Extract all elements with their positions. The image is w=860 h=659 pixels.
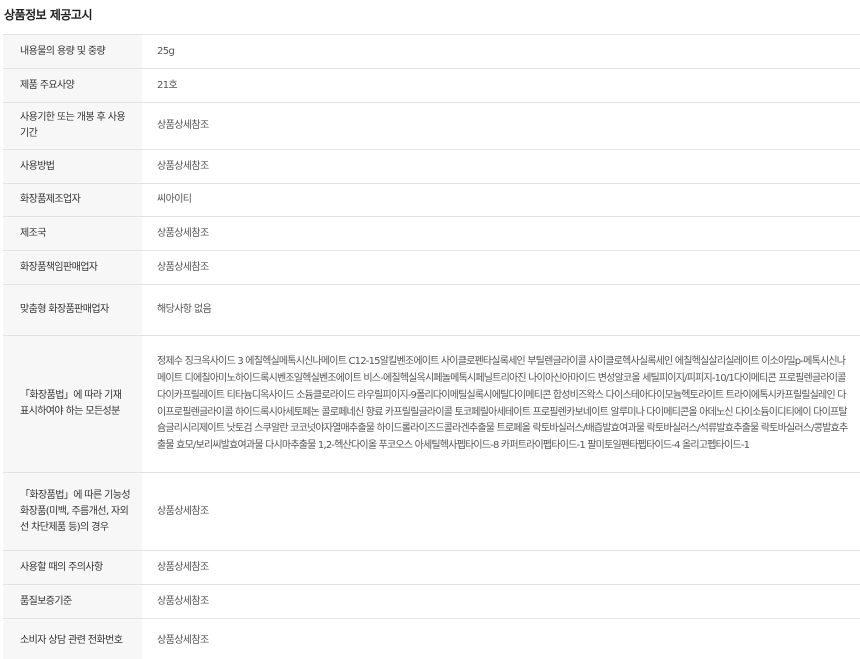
row-value-precautions: 상품상세참조: [142, 550, 860, 585]
table-row: 화장품제조업자 씨아이티: [3, 183, 860, 217]
row-label-responsible-seller: 화장품책임판매업자: [3, 250, 142, 285]
row-value-responsible-seller: 상품상세참조: [142, 250, 860, 285]
row-label-precautions: 사용할 때의 주의사항: [3, 550, 142, 585]
table-row: 「화장품법」에 따른 기능성 화장품(미백, 주름개선, 자외선 차단제품 등)…: [3, 472, 860, 551]
table-row: 제조국 상품상세참조: [3, 216, 860, 251]
table-row: 사용기한 또는 개봉 후 사용기간 상품상세참조: [3, 102, 860, 150]
section-title: 상품정보 제공고시: [4, 8, 93, 22]
row-label-country: 제조국: [3, 216, 142, 251]
row-label-functional: 「화장품법」에 따른 기능성 화장품(미백, 주름개선, 자외선 차단제품 등)…: [3, 472, 142, 551]
table-row: 사용방법 상품상세참조: [3, 149, 860, 184]
row-value-functional: 상품상세참조: [142, 472, 860, 551]
table-row: 품질보증기준 상품상세참조: [3, 584, 860, 619]
row-label-phone: 소비자 상담 관련 전화번호: [3, 618, 142, 659]
row-label-volume-weight: 내용물의 용량 및 중량: [3, 34, 142, 69]
row-value-country: 상품상세참조: [142, 216, 860, 251]
row-value-main-spec: 21호: [142, 68, 860, 103]
row-label-custom-seller: 맞춤형 화장품판매업자: [3, 284, 142, 336]
row-label-ingredients: 「화장품법」에 따라 기재 표시하여야 하는 모든성분: [3, 335, 142, 473]
row-value-manufacturer: 씨아이티: [142, 183, 860, 217]
table-row: 소비자 상담 관련 전화번호 상품상세참조: [3, 618, 860, 659]
row-label-quality: 품질보증기준: [3, 584, 142, 619]
product-info-notice-panel: 상품정보 제공고시 내용물의 용량 및 중량 25g 제품 주요사양 21호 사…: [0, 0, 860, 659]
row-label-usage: 사용방법: [3, 149, 142, 184]
table-row: 사용할 때의 주의사항 상품상세참조: [3, 550, 860, 585]
row-label-expiry: 사용기한 또는 개봉 후 사용기간: [3, 102, 142, 150]
row-value-volume-weight: 25g: [142, 34, 860, 69]
product-info-table: 내용물의 용량 및 중량 25g 제품 주요사양 21호 사용기한 또는 개봉 …: [3, 34, 860, 659]
table-row: 내용물의 용량 및 중량 25g: [3, 34, 860, 69]
table-row: 맞춤형 화장품판매업자 해당사항 없음: [3, 284, 860, 336]
row-value-phone: 상품상세참조: [142, 618, 860, 659]
row-value-expiry: 상품상세참조: [142, 102, 860, 150]
row-value-ingredients: 정제수 징크옥사이드 3 에칠헥실메톡시신나메이트 C12-15알킬벤조에이트 …: [142, 335, 860, 473]
table-row: 「화장품법」에 따라 기재 표시하여야 하는 모든성분 정제수 징크옥사이드 3…: [3, 335, 860, 473]
row-value-usage: 상품상세참조: [142, 149, 860, 184]
row-value-custom-seller: 해당사항 없음: [142, 284, 860, 336]
row-value-quality: 상품상세참조: [142, 584, 860, 619]
row-label-manufacturer: 화장품제조업자: [3, 183, 142, 217]
table-row: 제품 주요사양 21호: [3, 68, 860, 103]
table-row: 화장품책임판매업자 상품상세참조: [3, 250, 860, 285]
row-label-main-spec: 제품 주요사양: [3, 68, 142, 103]
